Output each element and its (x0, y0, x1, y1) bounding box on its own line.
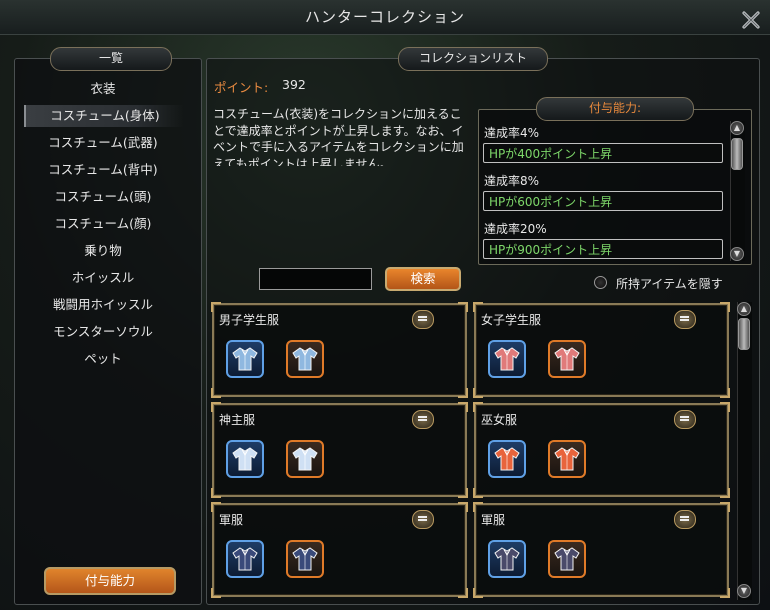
school-uniform-female-icon[interactable] (548, 340, 586, 378)
points-value: 392 (282, 77, 306, 92)
collection-info-icon[interactable] (412, 410, 434, 429)
card-corner-ornament (211, 588, 221, 598)
bonus-effect-field: HPが900ポイント上昇 (483, 239, 723, 259)
school-uniform-male-icon[interactable] (226, 340, 264, 378)
collection-name: 軍服 (481, 513, 506, 527)
bonus-ability-button[interactable]: 付与能力 (44, 567, 176, 595)
card-corner-ornament (720, 302, 730, 312)
card-corner-ornament (458, 502, 468, 512)
bonus-effect-field: HPが400ポイント上昇 (483, 143, 723, 163)
card-corner-ornament (720, 402, 730, 412)
card-corner-ornament (458, 588, 468, 598)
collection-name: 軍服 (219, 513, 244, 527)
category-item[interactable]: コスチューム(頭) (24, 186, 182, 208)
collection-description: コスチューム(衣装)をコレクションに加えることで達成率とポイントが上昇します。な… (213, 107, 464, 166)
points-label: ポイント: (214, 80, 269, 95)
bonus-scroll-up-icon[interactable]: ▲ (730, 121, 744, 135)
collection-name: 女子学生服 (481, 313, 542, 327)
card-corner-ornament (458, 402, 468, 412)
bonus-rate-label: 達成率20% (484, 222, 547, 236)
collection-name: 巫女服 (481, 413, 518, 427)
shrine-maiden-robe-icon[interactable] (488, 440, 526, 478)
school-uniform-female-icon[interactable] (488, 340, 526, 378)
collection-info-icon[interactable] (412, 310, 434, 329)
collection-info-icon[interactable] (674, 510, 696, 529)
card-corner-ornament (458, 488, 468, 498)
shrine-maiden-robe-icon[interactable] (548, 440, 586, 478)
military-uniform-icon[interactable] (226, 540, 264, 578)
collection-card: 女子学生服 (473, 302, 730, 398)
card-corner-ornament (720, 488, 730, 498)
category-item[interactable]: コスチューム(武器) (24, 132, 182, 154)
collection-scroll-up-icon[interactable]: ▲ (737, 302, 751, 316)
category-item[interactable]: コスチューム(顔) (24, 213, 182, 235)
school-uniform-male-icon[interactable] (286, 340, 324, 378)
bonus-scroll-thumb[interactable] (731, 138, 743, 170)
hunter-collection-window: ハンターコレクション 一覧 衣装コスチューム(身体) コスチューム(武器) コスチュ… (0, 0, 770, 610)
military-uniform-icon[interactable] (488, 540, 526, 578)
hide-owned-radio[interactable] (594, 276, 607, 289)
hide-owned-label: 所持アイテムを隠す (616, 277, 723, 291)
collection-info-icon[interactable] (412, 510, 434, 529)
card-corner-ornament (473, 588, 483, 598)
category-item[interactable]: 衣装 (24, 78, 182, 100)
collection-card: 軍服 (473, 502, 730, 598)
category-item[interactable]: コスチューム(身体) (24, 105, 184, 127)
category-item[interactable]: ホイッスル (24, 267, 182, 289)
card-corner-ornament (720, 502, 730, 512)
collection-scroll-thumb[interactable] (738, 318, 750, 350)
collection-card: 軍服 (211, 502, 468, 598)
collection-info-icon[interactable] (674, 410, 696, 429)
card-corner-ornament (458, 388, 468, 398)
card-corner-ornament (720, 588, 730, 598)
category-item[interactable]: モンスターソウル (24, 321, 182, 343)
collection-name: 男子学生服 (219, 313, 280, 327)
card-corner-ornament (720, 388, 730, 398)
collection-info-icon[interactable] (674, 310, 696, 329)
collection-card: 男子学生服 (211, 302, 468, 398)
close-icon[interactable] (740, 9, 762, 31)
category-item[interactable]: 乗り物 (24, 240, 182, 262)
category-header: 一覧 (50, 47, 172, 71)
collection-card: 神主服 (211, 402, 468, 498)
shinto-priest-robe-icon[interactable] (226, 440, 264, 478)
category-item[interactable]: 戦闘用ホイッスル (24, 294, 182, 316)
military-uniform-icon[interactable] (548, 540, 586, 578)
collection-name: 神主服 (219, 413, 256, 427)
category-item[interactable]: ペット (24, 348, 182, 370)
card-corner-ornament (473, 388, 483, 398)
shinto-priest-robe-icon[interactable] (286, 440, 324, 478)
search-button[interactable]: 検索 (385, 267, 461, 291)
bonus-header: 付与能力: (536, 97, 694, 121)
card-corner-ornament (211, 388, 221, 398)
category-item[interactable]: コスチューム(背中) (24, 159, 182, 181)
bonus-effect-field: HPが600ポイント上昇 (483, 191, 723, 211)
window-title: ハンターコレクション (304, 8, 465, 26)
search-input[interactable] (259, 268, 372, 290)
card-corner-ornament (211, 488, 221, 498)
card-corner-ornament (458, 302, 468, 312)
collection-card: 巫女服 (473, 402, 730, 498)
card-corner-ornament (473, 488, 483, 498)
bonus-scroll-down-icon[interactable]: ▼ (730, 247, 744, 261)
military-uniform-icon[interactable] (286, 540, 324, 578)
collection-scroll-down-icon[interactable]: ▼ (737, 584, 751, 598)
bonus-rate-label: 達成率8% (484, 174, 540, 188)
collection-list-header: コレクションリスト (398, 47, 548, 71)
bonus-rate-label: 達成率4% (484, 126, 540, 140)
